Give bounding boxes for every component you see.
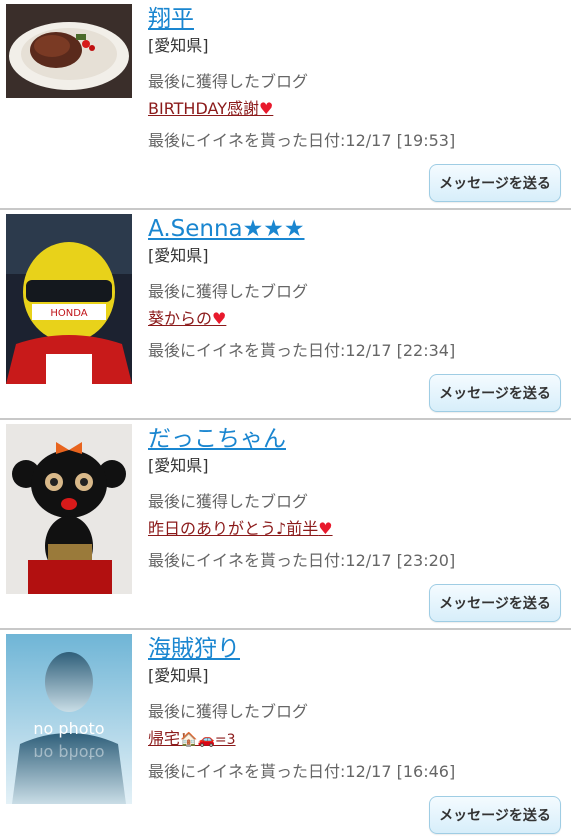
last-blog-label: 最後に獲得したブログ	[148, 282, 309, 301]
last-blog-title: 葵からの	[148, 309, 213, 328]
user-info: 翔平 [愛知県] 最後に獲得したブログ BIRTHDAY感謝♥ 最後にイイネを貰…	[148, 4, 563, 152]
user-avatar[interactable]	[6, 424, 132, 594]
last-like-date: 最後にイイネを貰った日付:12/17 [22:34]	[148, 341, 456, 360]
last-like-date: 最後にイイネを貰った日付:12/17 [23:20]	[148, 551, 456, 570]
user-list: 翔平 [愛知県] 最後に獲得したブログ BIRTHDAY感謝♥ 最後にイイネを貰…	[0, 0, 571, 840]
svg-text:HONDA: HONDA	[50, 308, 87, 319]
user-name-link[interactable]: 海賊狩り	[148, 634, 240, 664]
prefecture: [愛知県]	[148, 246, 209, 265]
user-card: no photo no photo 海賊狩り [愛知県] 最後に獲得したブログ …	[0, 630, 571, 840]
user-card: HONDA A.Senna★★★ [愛知県] 最後に獲得したブログ 葵からの♥ …	[0, 210, 571, 420]
last-blog-label: 最後に獲得したブログ	[148, 72, 309, 91]
last-blog-title: BIRTHDAY感謝	[148, 99, 259, 118]
last-blog-title: 帰宅	[148, 729, 181, 748]
user-card: 翔平 [愛知県] 最後に獲得したブログ BIRTHDAY感謝♥ 最後にイイネを貰…	[0, 0, 571, 210]
send-message-button[interactable]: メッセージを送る	[429, 796, 561, 834]
avatar-photo	[6, 4, 132, 98]
user-avatar[interactable]: HONDA	[6, 214, 132, 384]
last-blog-link[interactable]: BIRTHDAY感謝♥	[148, 98, 273, 120]
last-blog-link[interactable]: 葵からの♥	[148, 308, 226, 330]
last-blog-link[interactable]: 帰宅🏠🚗=3	[148, 728, 236, 751]
last-blog-label: 最後に獲得したブログ	[148, 492, 309, 511]
no-photo-text: no photo	[33, 719, 104, 738]
avatar-photo: HONDA	[6, 214, 132, 384]
prefecture: [愛知県]	[148, 36, 209, 55]
last-like-date: 最後にイイネを貰った日付:12/17 [16:46]	[148, 762, 456, 781]
send-message-button[interactable]: メッセージを送る	[429, 374, 561, 412]
user-avatar[interactable]	[6, 4, 132, 98]
user-info: A.Senna★★★ [愛知県] 最後に獲得したブログ 葵からの♥ 最後にイイネ…	[148, 214, 563, 362]
house-car-icon: 🏠🚗=3	[180, 732, 236, 748]
heart-icon: ♥	[212, 309, 227, 328]
last-blog-label: 最後に獲得したブログ	[148, 702, 309, 721]
last-blog-title: 昨日のありがとう♪前半	[148, 519, 319, 538]
send-message-button[interactable]: メッセージを送る	[429, 164, 561, 202]
user-name-link[interactable]: A.Senna★★★	[148, 214, 305, 244]
last-blog-link[interactable]: 昨日のありがとう♪前半♥	[148, 518, 333, 540]
heart-icon: ♥	[258, 99, 274, 118]
no-photo-placeholder: no photo no photo	[6, 634, 132, 804]
user-name-link[interactable]: 翔平	[148, 4, 194, 34]
user-info: だっこちゃん [愛知県] 最後に獲得したブログ 昨日のありがとう♪前半♥ 最後に…	[148, 424, 563, 572]
user-info: 海賊狩り [愛知県] 最後に獲得したブログ 帰宅🏠🚗=3 最後にイイネを貰った日…	[148, 634, 563, 783]
user-card: だっこちゃん [愛知県] 最後に獲得したブログ 昨日のありがとう♪前半♥ 最後に…	[0, 420, 571, 630]
avatar-photo	[6, 424, 132, 594]
last-like-date: 最後にイイネを貰った日付:12/17 [19:53]	[148, 131, 456, 150]
prefecture: [愛知県]	[148, 666, 209, 685]
no-photo-text-reflection: no photo	[33, 744, 104, 763]
user-avatar[interactable]: no photo no photo	[6, 634, 132, 804]
send-message-button[interactable]: メッセージを送る	[429, 584, 561, 622]
prefecture: [愛知県]	[148, 456, 209, 475]
heart-icon: ♥	[318, 519, 333, 538]
user-name-link[interactable]: だっこちゃん	[148, 424, 286, 454]
